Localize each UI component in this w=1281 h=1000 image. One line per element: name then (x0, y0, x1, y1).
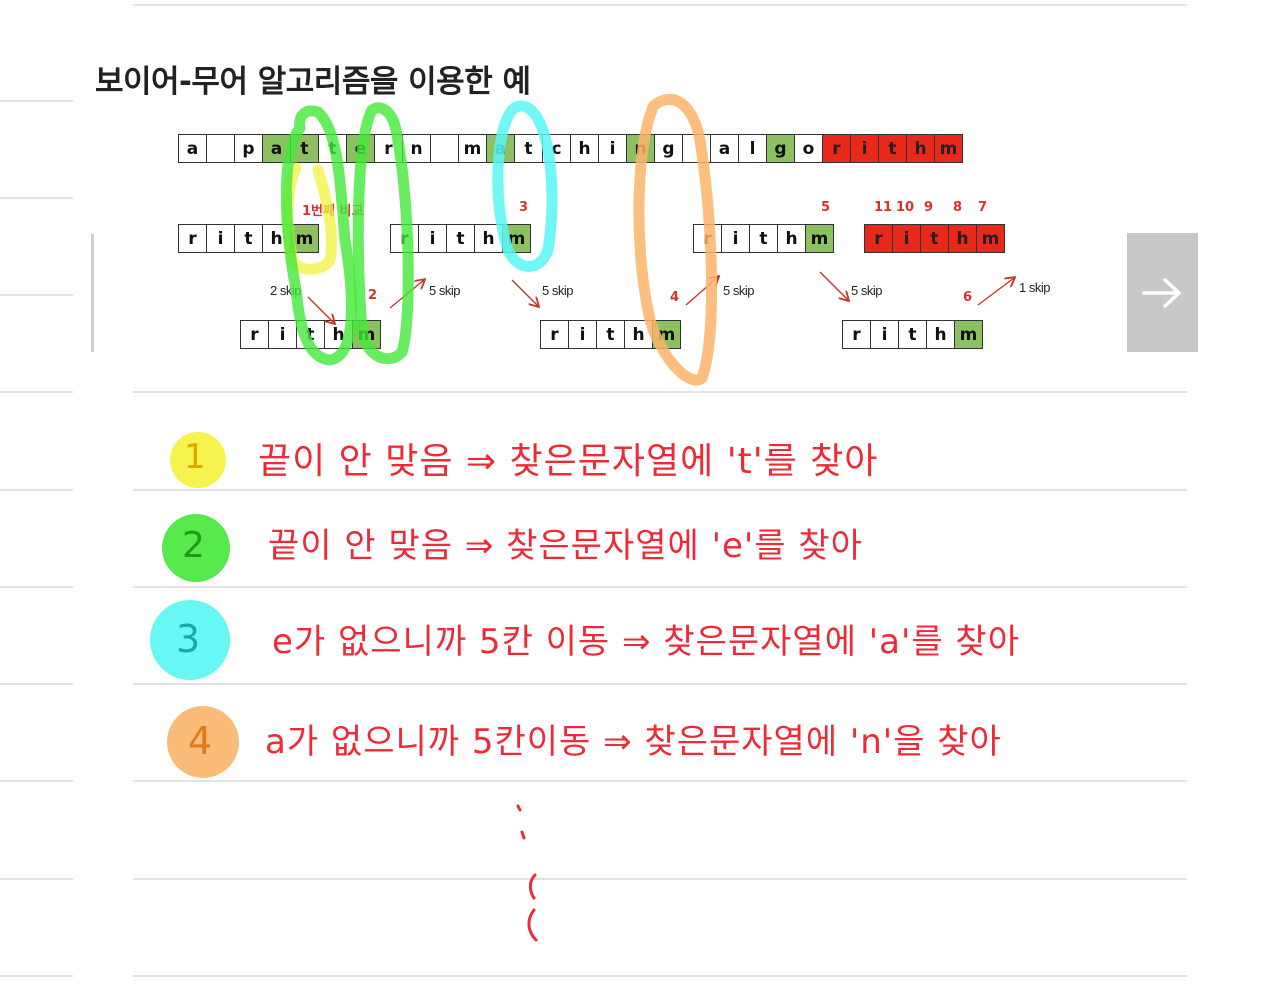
cyan-highlight (492, 100, 558, 272)
orange-highlight (633, 93, 718, 386)
marker-1-number: 1 (184, 437, 207, 477)
green-highlight-2 (352, 102, 414, 365)
note-3: e가 없으니까 5칸 이동 ⇒ 찾은문자열에 'a'를 찾아 (272, 622, 1020, 662)
note-4: a가 없으니까 5칸이동 ⇒ 찾은문자열에 'n'을 찾아 (265, 722, 1002, 762)
green-highlight-1 (280, 105, 358, 366)
ellipsis-marks (516, 804, 538, 942)
marker-3-number: 3 (176, 617, 202, 661)
note-2: 끝이 안 맞음 ⇒ 찾은문자열에 'e'를 찾아 (268, 526, 863, 566)
note-1: 끝이 안 맞음 ⇒ 찾은문자열에 't'를 찾아 (258, 441, 879, 482)
marker-2-number: 2 (182, 525, 206, 566)
marker-4-number: 4 (188, 719, 214, 763)
handwritten-highlights (150, 93, 718, 942)
